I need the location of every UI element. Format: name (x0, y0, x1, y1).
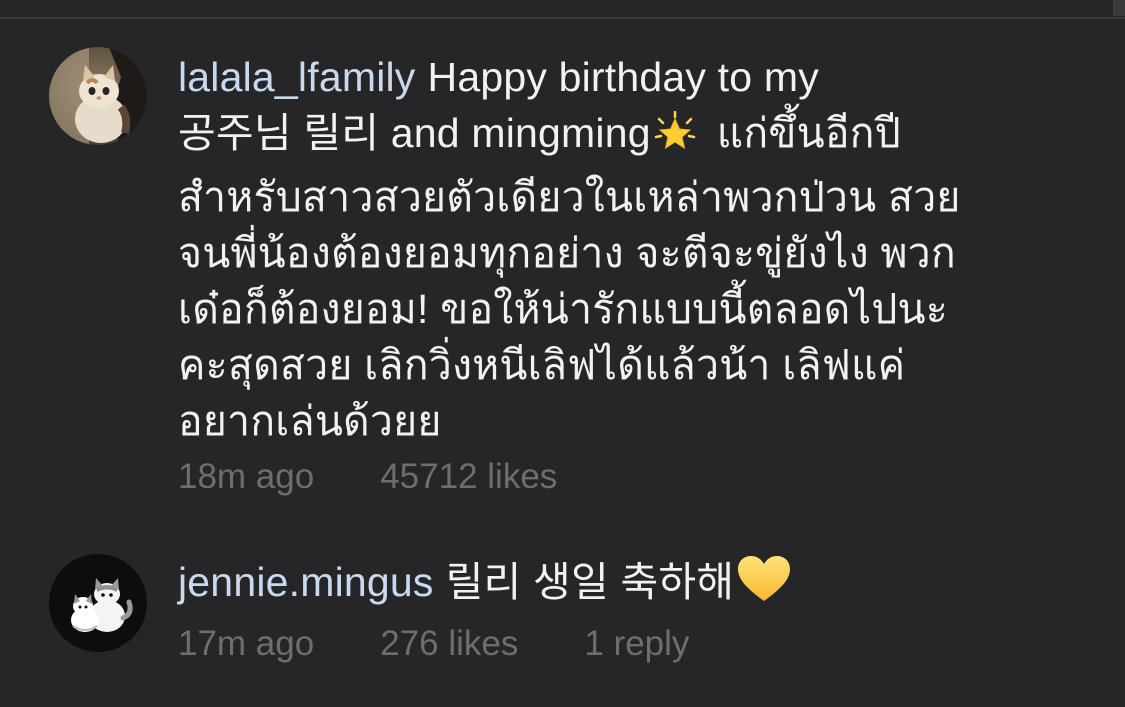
comment-text: lalala_lfamily Happy birthday to my 공주님 릴… (178, 49, 1078, 449)
comment-line: คะสุดสวย เลิกวิ่งหนีเลิฟได้แล้วน้า เลิฟแ… (178, 342, 906, 388)
yellow-heart-icon (736, 554, 792, 618)
comment-body: lalala_lfamily Happy birthday to my 공주님 릴… (178, 49, 1078, 499)
likes-count[interactable]: 276 likes (380, 624, 518, 663)
top-divider (0, 17, 1125, 19)
comment-text: jennie.mingus 릴리 생일 축하해 (178, 554, 1078, 618)
avatar-cats-illustration-icon (49, 554, 147, 652)
reply-count-link[interactable]: 1 reply (584, 624, 689, 663)
comment-line: 공주님 릴리 and mingming (178, 110, 651, 156)
comment-body: jennie.mingus 릴리 생일 축하해 17m ago 276 likes 1… (178, 554, 1078, 666)
comment-meta: 17m ago 276 likes 1 reply (178, 622, 1078, 666)
comment-meta: 18m ago 45712 likes (178, 455, 1078, 499)
comment-line: อยากเล่นด้วยย (178, 398, 442, 444)
corner-mark (1113, 0, 1125, 16)
comment-line: จนพี่น้องต้องยอมทุกอย่าง จะตีจะขู่ยังไง … (178, 230, 956, 276)
comment-line: Happy birthday to my (427, 54, 819, 100)
comment-line: เด๋อก็ต้องยอม! ขอให้น่ารักแบบนี้ตลอดไปนะ (178, 286, 949, 332)
avatar[interactable] (49, 47, 147, 145)
comment-line: 릴리 생일 축하해 (445, 559, 735, 605)
likes-count[interactable]: 45712 likes (380, 457, 557, 496)
comment-username[interactable]: jennie.mingus (178, 559, 434, 605)
comment-line: สำหรับสาวสวยตัวเดียวในเหล่าพวกป่วน สวย (178, 174, 961, 220)
avatar-cat-photo-icon (49, 47, 147, 145)
comment-username[interactable]: lalala_lfamily (178, 54, 416, 100)
comment-time: 18m ago (178, 457, 315, 496)
comment-time: 17m ago (178, 624, 315, 663)
comment-line: แก่ขึ้นอีกปี (716, 110, 901, 156)
glowing-star-icon (653, 110, 697, 169)
comments-screen: lalala_lfamily Happy birthday to my 공주님 릴… (0, 0, 1125, 707)
avatar[interactable] (49, 554, 147, 652)
